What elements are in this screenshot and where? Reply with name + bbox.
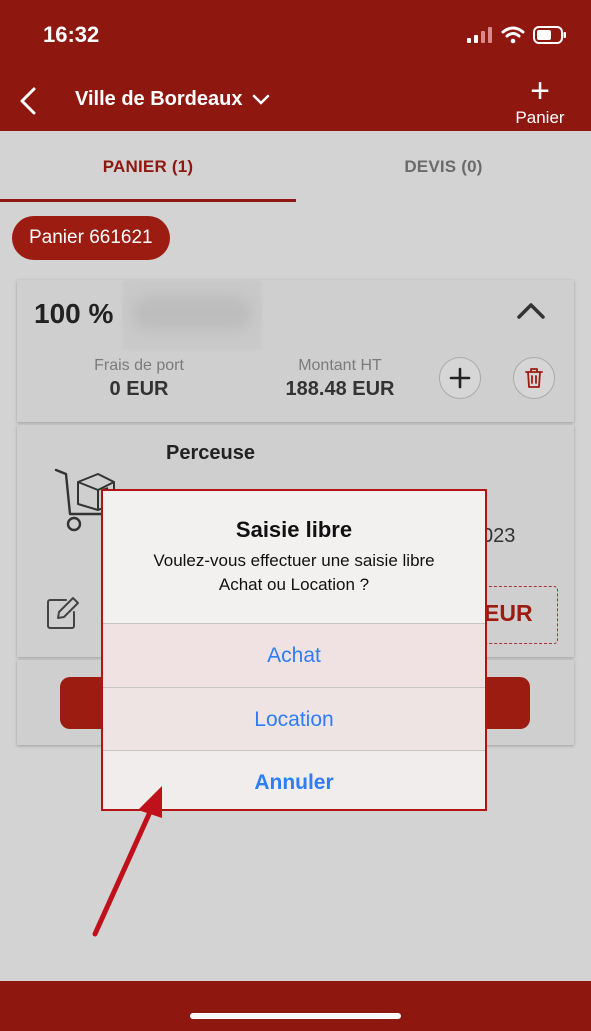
annotation-arrow-icon (92, 786, 162, 937)
bottom-bar (0, 981, 591, 1031)
home-indicator[interactable] (190, 1013, 401, 1019)
